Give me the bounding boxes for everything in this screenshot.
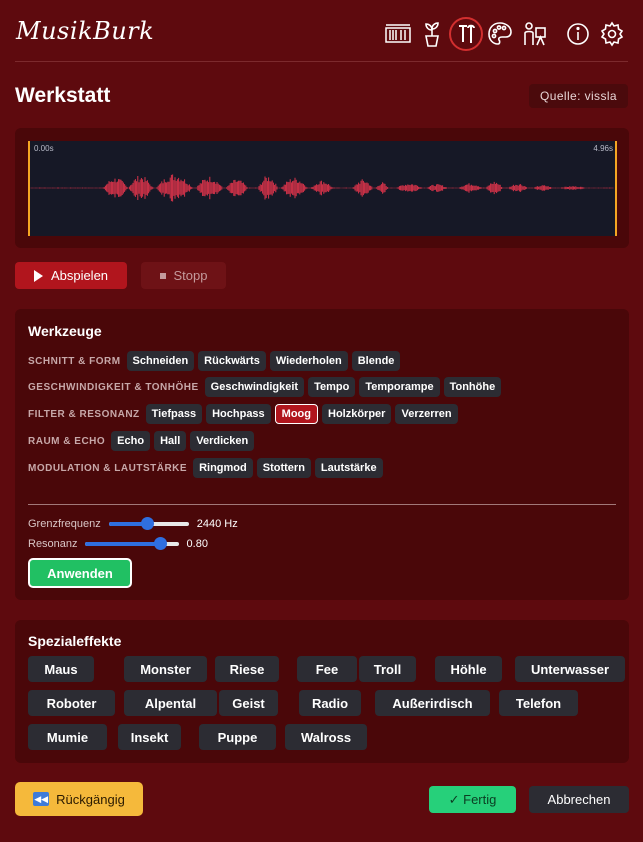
tool-tonhoehe-button[interactable]: Tonhöhe bbox=[443, 377, 502, 397]
tool-category-label: MODULATION & LAUTSTÄRKE bbox=[28, 462, 188, 474]
settings-icon[interactable] bbox=[595, 17, 629, 51]
effect-insekt-button[interactable]: Insekt bbox=[118, 724, 181, 750]
tool-category-filter-and-resonanz: FILTER & RESONANZ Tiefpass Hochpass Moog Hol… bbox=[28, 404, 462, 424]
stop-icon bbox=[159, 272, 166, 279]
undo-label: Rückgängig bbox=[56, 791, 125, 807]
tools-icon[interactable] bbox=[449, 17, 483, 51]
cutoff-value: 2440 Hz bbox=[196, 518, 238, 530]
effect-monster-button[interactable]: Monster bbox=[124, 656, 207, 682]
app-header: MusikBurk bbox=[0, 0, 643, 62]
tool-holzkoerper-button[interactable]: Holzkörper bbox=[322, 404, 392, 424]
resonance-slider-thumb[interactable] bbox=[153, 537, 167, 550]
tool-stottern-button[interactable]: Stottern bbox=[256, 458, 311, 478]
app-logo: MusikBurk bbox=[16, 17, 155, 45]
resonance-value: 0.80 bbox=[186, 538, 208, 550]
tool-tiefpass-button[interactable]: Tiefpass bbox=[145, 404, 203, 424]
tool-blende-button[interactable]: Blende bbox=[351, 351, 401, 371]
tool-lautstaerke-button[interactable]: Lautstärke bbox=[314, 458, 383, 478]
header-nav bbox=[381, 17, 629, 51]
source-badge: Quelle: vissla bbox=[529, 84, 628, 108]
tool-verzerren-button[interactable]: Verzerren bbox=[395, 404, 458, 424]
tool-category-label: RAUM & ECHO bbox=[28, 435, 106, 447]
effect-maus-button[interactable]: Maus bbox=[28, 656, 94, 682]
tool-category-label: GESCHWINDIGKEIT & TONHÖHE bbox=[28, 381, 199, 393]
tool-temporampe-button[interactable]: Temporampe bbox=[359, 377, 440, 397]
play-icon bbox=[33, 269, 43, 282]
tool-category-label: FILTER & RESONANZ bbox=[28, 408, 140, 420]
time-end-label: 4.96s bbox=[593, 144, 613, 153]
stop-button[interactable]: Stopp bbox=[141, 262, 226, 289]
info-icon[interactable] bbox=[561, 17, 595, 51]
tool-hall-button[interactable]: Hall bbox=[154, 431, 187, 451]
apply-button[interactable]: Anwenden bbox=[28, 558, 132, 588]
effect-geist-button[interactable]: Geist bbox=[219, 690, 278, 716]
selection-start-handle[interactable] bbox=[28, 141, 30, 236]
undo-button[interactable]: ◀◀ Rückgängig bbox=[15, 782, 143, 816]
tools-panel: Werkzeuge SCHNITT & FORM Schneiden Rückwär… bbox=[15, 309, 629, 600]
stop-label: Stopp bbox=[173, 268, 208, 283]
waveform-panel: 0.00s 4.96s bbox=[15, 128, 629, 248]
tool-category-label: SCHNITT & FORM bbox=[28, 355, 121, 367]
effect-unterwasser-button[interactable]: Unterwasser bbox=[515, 656, 625, 682]
tool-echo-button[interactable]: Echo bbox=[111, 431, 151, 451]
waveform-graphic bbox=[30, 174, 614, 202]
tools-title: Werkzeuge bbox=[28, 323, 102, 339]
effect-hoehle-button[interactable]: Höhle bbox=[435, 656, 502, 682]
tool-ringmod-button[interactable]: Ringmod bbox=[193, 458, 253, 478]
effect-riese-button[interactable]: Riese bbox=[215, 656, 279, 682]
play-button[interactable]: Abspielen bbox=[15, 262, 127, 289]
time-start-label: 0.00s bbox=[34, 144, 54, 153]
effect-alpental-button[interactable]: Alpental bbox=[124, 690, 217, 716]
cutoff-param: Grenzfrequenz 2440 Hz bbox=[28, 516, 238, 532]
plant-icon[interactable] bbox=[415, 17, 449, 51]
tools-divider bbox=[28, 504, 616, 505]
effects-title: Spezialeffekte bbox=[28, 633, 122, 649]
artist-icon[interactable] bbox=[517, 17, 551, 51]
tool-schneiden-button[interactable]: Schneiden bbox=[126, 351, 195, 371]
tool-category-schnitt-and-form: SCHNITT & FORM Schneiden Rückwärts Wiederho… bbox=[28, 351, 404, 371]
palette-icon[interactable] bbox=[483, 17, 517, 51]
waveform-samples bbox=[30, 174, 614, 202]
tool-geschwindigkeit-button[interactable]: Geschwindigkeit bbox=[204, 377, 305, 397]
selection-end-handle[interactable] bbox=[615, 141, 617, 236]
effect-radio-button[interactable]: Radio bbox=[299, 690, 361, 716]
cutoff-slider[interactable] bbox=[108, 516, 189, 532]
cancel-button[interactable]: Abbrechen bbox=[529, 786, 629, 813]
tool-verdicken-button[interactable]: Verdicken bbox=[190, 431, 255, 451]
cutoff-slider-thumb[interactable] bbox=[141, 517, 155, 530]
effect-walross-button[interactable]: Walross bbox=[285, 724, 367, 750]
effect-telefon-button[interactable]: Telefon bbox=[499, 690, 578, 716]
effect-ausserirdisch-button[interactable]: Außerirdisch bbox=[375, 690, 490, 716]
resonance-param: Resonanz 0.80 bbox=[28, 536, 208, 552]
tool-tempo-button[interactable]: Tempo bbox=[308, 377, 356, 397]
resonance-label: Resonanz bbox=[28, 538, 78, 550]
effect-fee-button[interactable]: Fee bbox=[297, 656, 357, 682]
play-label: Abspielen bbox=[50, 268, 109, 283]
effects-panel: Spezialeffekte Maus Monster Riese Fee Troll H… bbox=[15, 620, 629, 763]
tool-wiederholen-button[interactable]: Wiederholen bbox=[269, 351, 348, 371]
tool-category-raum-and-echo: RAUM & ECHO Echo Hall Verdicken bbox=[28, 431, 258, 451]
effect-mumie-button[interactable]: Mumie bbox=[28, 724, 107, 750]
cutoff-label: Grenzfrequenz bbox=[28, 518, 101, 530]
effect-troll-button[interactable]: Troll bbox=[359, 656, 416, 682]
tool-category-geschwindigkeit-and-tonhoehe: GESCHWINDIGKEIT & TONHÖHE Geschwindigkeit… bbox=[28, 377, 505, 397]
effect-roboter-button[interactable]: Roboter bbox=[28, 690, 115, 716]
tool-moog-button[interactable]: Moog bbox=[274, 404, 318, 424]
tool-hochpass-button[interactable]: Hochpass bbox=[206, 404, 271, 424]
effect-puppe-button[interactable]: Puppe bbox=[199, 724, 276, 750]
library-icon[interactable] bbox=[381, 17, 415, 51]
page-title: Werkstatt bbox=[15, 84, 111, 107]
tool-rueckwaerts-button[interactable]: Rückwärts bbox=[198, 351, 266, 371]
waveform-display[interactable]: 0.00s 4.96s bbox=[28, 141, 617, 236]
header-divider bbox=[15, 61, 628, 62]
tool-category-modulation-and-lautstaerke: MODULATION & LAUTSTÄRKE Ringmod Stottern La… bbox=[28, 458, 387, 478]
done-button[interactable]: ✓ Fertig bbox=[429, 786, 516, 813]
rewind-icon: ◀◀ bbox=[33, 792, 50, 806]
resonance-slider[interactable] bbox=[84, 536, 179, 552]
